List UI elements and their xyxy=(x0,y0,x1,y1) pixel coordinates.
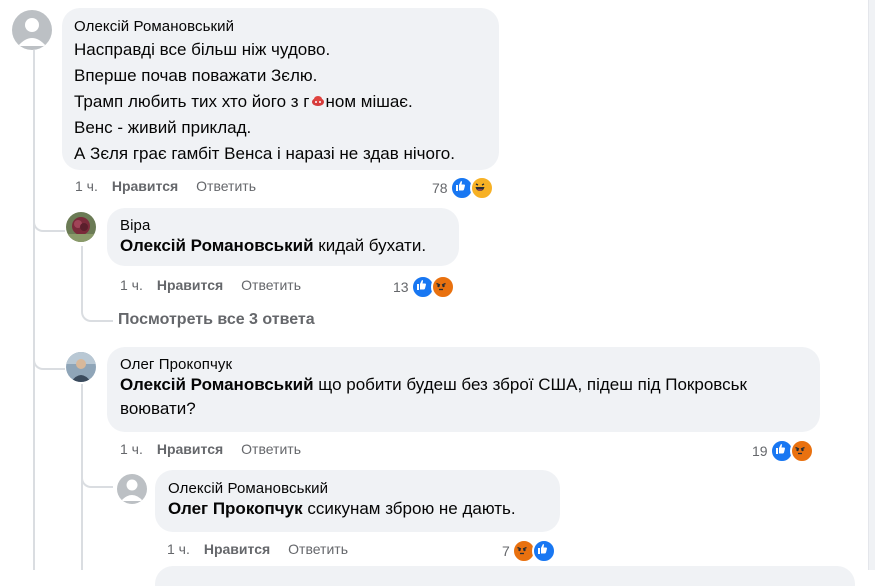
comment-text: Олексій Романовський що робити будеш без… xyxy=(120,375,747,394)
comment-line: Венс - живий приклад. xyxy=(74,118,252,137)
comment-bubble-partial xyxy=(155,566,855,586)
mention-link[interactable]: Олексій Романовський xyxy=(120,236,314,255)
reaction-summary[interactable]: 7 xyxy=(502,539,556,563)
comment-text: Олексій Романовський кидай бухати. xyxy=(120,236,427,255)
avatar[interactable] xyxy=(117,474,147,504)
like-button[interactable]: Нравится xyxy=(204,541,270,557)
comment-time[interactable]: 1 ч. xyxy=(120,277,143,293)
scrollbar-track[interactable] xyxy=(868,0,875,570)
mention-link[interactable]: Олег Прокопчук xyxy=(168,499,303,518)
avatar[interactable] xyxy=(66,212,96,242)
avatar[interactable] xyxy=(12,10,52,50)
view-all-replies-link[interactable]: Посмотреть все 3 ответа xyxy=(118,311,315,329)
like-button[interactable]: Нравится xyxy=(112,178,178,194)
comment-author[interactable]: Олексій Романовський xyxy=(168,480,547,497)
rose-photo-avatar-icon xyxy=(66,212,96,242)
reaction-summary[interactable]: 78 xyxy=(432,176,494,200)
like-icon xyxy=(531,539,556,563)
like-button[interactable]: Нравится xyxy=(157,277,223,293)
person-photo-avatar-icon xyxy=(66,352,96,382)
thread-connector-reply-2 xyxy=(33,340,65,370)
reaction-summary[interactable]: 19 xyxy=(752,439,814,463)
thread-line-sub-1 xyxy=(81,246,83,306)
comment-author[interactable]: Віра xyxy=(120,217,446,234)
reaction-count: 7 xyxy=(502,543,510,559)
haha-icon xyxy=(469,176,494,200)
poop-emoji-icon xyxy=(310,91,326,107)
thread-line-main xyxy=(33,50,35,570)
comment-time[interactable]: 1 ч. xyxy=(120,441,143,457)
reaction-count: 78 xyxy=(432,180,448,196)
thread-connector-reply-1 xyxy=(33,200,65,232)
angry-icon xyxy=(789,439,814,463)
comment-line: Трамп любить тих хто його з г ном мішає. xyxy=(74,91,413,111)
default-avatar-icon xyxy=(117,474,147,504)
thread-connector-viewall xyxy=(81,300,113,322)
comment-bubble: Олексій Романовський Олег Прокопчук ссик… xyxy=(155,470,560,532)
comment-author[interactable]: Олег Прокопчук xyxy=(120,356,807,373)
avatar[interactable] xyxy=(66,352,96,382)
comment-actions: 1 ч. Нравится Ответить xyxy=(167,541,348,557)
comment-actions: 1 ч. Нравится Ответить xyxy=(75,178,256,194)
comment-line: А Зєля грає гамбіт Венса і наразі не зда… xyxy=(74,144,455,163)
comment-actions: 1 ч. Нравится Ответить xyxy=(120,441,301,457)
reply-button[interactable]: Ответить xyxy=(288,541,348,557)
angry-icon xyxy=(430,275,455,299)
comment-bubble: Олег Прокопчук Олексій Романовський що р… xyxy=(107,347,820,432)
comment-bubble: Олексій Романовський Насправді все більш… xyxy=(62,8,499,170)
reply-button[interactable]: Ответить xyxy=(241,441,301,457)
comment-time[interactable]: 1 ч. xyxy=(167,541,190,557)
reaction-summary[interactable]: 13 xyxy=(393,275,455,299)
reply-button[interactable]: Ответить xyxy=(196,178,256,194)
thread-connector-reply-3 xyxy=(81,466,113,488)
comment-actions: 1 ч. Нравится Ответить xyxy=(120,277,301,293)
like-button[interactable]: Нравится xyxy=(157,441,223,457)
reply-button[interactable]: Ответить xyxy=(241,277,301,293)
comment-author[interactable]: Олексій Романовський xyxy=(74,18,487,35)
comment-line: Вперше почав поважати Зєлю. xyxy=(74,66,318,85)
comment-time[interactable]: 1 ч. xyxy=(75,178,98,194)
reaction-count: 19 xyxy=(752,443,768,459)
comment-bubble: Віра Олексій Романовський кидай бухати. xyxy=(107,208,459,266)
comment-text: воювати? xyxy=(120,399,196,418)
comment-text: Олег Прокопчук ссикунам зброю не дають. xyxy=(168,499,516,518)
default-avatar-icon xyxy=(12,10,52,50)
comment-line: Насправді все більш ніж чудово. xyxy=(74,40,331,59)
mention-link[interactable]: Олексій Романовський xyxy=(120,375,314,394)
reaction-count: 13 xyxy=(393,279,409,295)
